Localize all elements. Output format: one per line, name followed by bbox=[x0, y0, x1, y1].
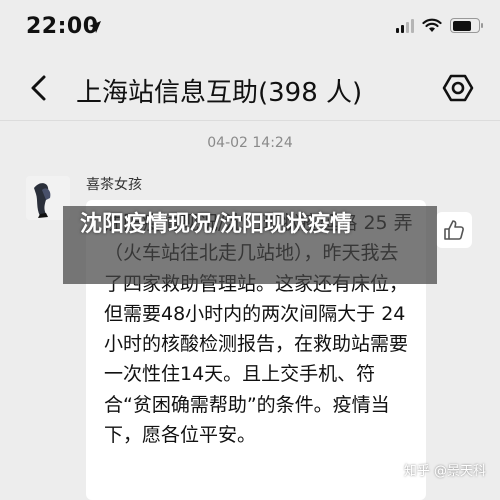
chat-title: 上海站信息互助(398 人) bbox=[76, 78, 363, 108]
like-button[interactable] bbox=[436, 212, 472, 248]
timestamp-label: 04-02 14:24 bbox=[207, 135, 293, 151]
sender-name: 喜茶女孩 bbox=[86, 177, 142, 193]
thumbs-up-icon bbox=[444, 220, 464, 240]
location-arrow-icon bbox=[89, 21, 101, 33]
overlay-title: 沈阳疫情现况/沈阳现状疫情 bbox=[80, 212, 353, 237]
status-icons bbox=[396, 18, 483, 33]
message-timestamp: 04-02 14:24 bbox=[0, 132, 500, 151]
nav-bar: 上海站信息互助(398 人) bbox=[0, 56, 500, 121]
watermark: 知乎 @景天科 bbox=[404, 460, 486, 479]
status-bar: 22:00 bbox=[0, 0, 500, 56]
signal-icon bbox=[396, 18, 414, 33]
watermark-text: 知乎 @景天科 bbox=[403, 464, 486, 479]
battery-fill bbox=[452, 20, 472, 31]
settings-icon[interactable] bbox=[442, 72, 474, 104]
back-icon[interactable] bbox=[26, 74, 52, 102]
battery-icon bbox=[450, 18, 483, 33]
wifi-icon bbox=[422, 18, 442, 32]
